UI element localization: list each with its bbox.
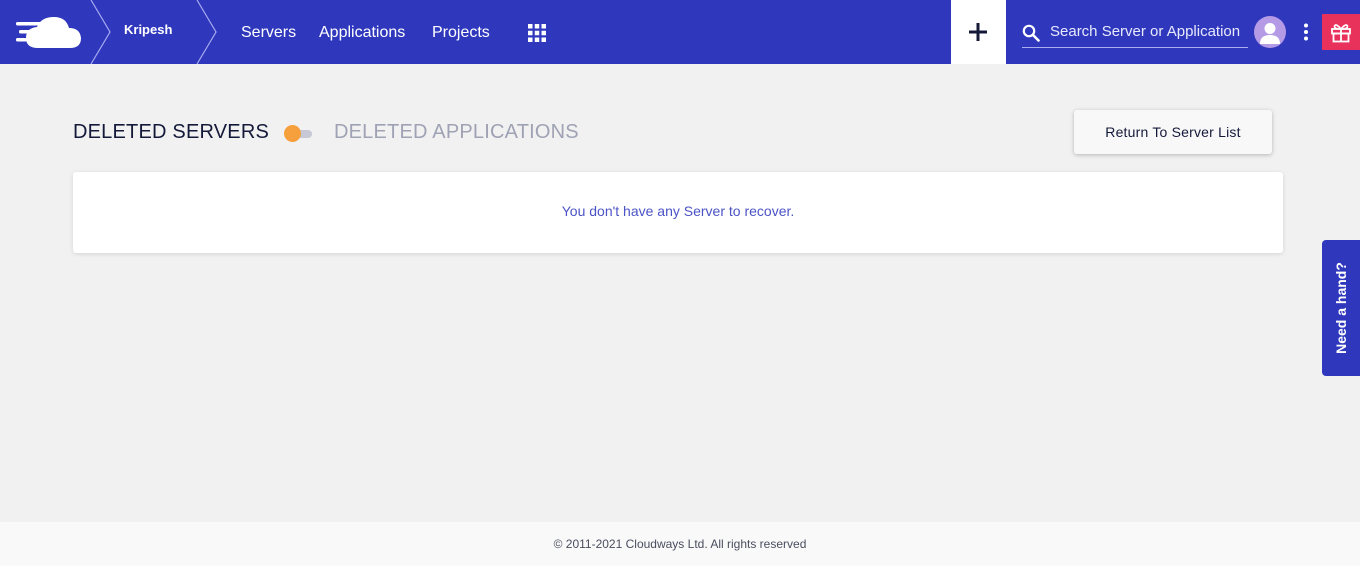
empty-state-card: You don't have any Server to recover. — [73, 172, 1283, 253]
return-to-server-list-button[interactable]: Return To Server List — [1074, 110, 1272, 154]
breadcrumb-separator-icon — [90, 0, 111, 64]
search-icon[interactable] — [1022, 24, 1040, 42]
nav-servers[interactable]: Servers — [241, 24, 296, 42]
need-a-hand-tab[interactable]: Need a hand? — [1322, 240, 1360, 376]
apps-grid-icon[interactable] — [528, 24, 546, 42]
need-a-hand-label: Need a hand? — [1333, 262, 1349, 354]
footer-copyright: © 2011-2021 Cloudways Ltd. All rights re… — [553, 537, 807, 551]
footer: © 2011-2021 Cloudways Ltd. All rights re… — [0, 522, 1360, 566]
search-box — [1022, 16, 1248, 48]
empty-state-message: You don't have any Server to recover. — [561, 203, 795, 219]
breadcrumb-user[interactable]: Kripesh — [124, 22, 172, 37]
add-new-button[interactable] — [951, 0, 1006, 64]
breadcrumb-separator-icon — [196, 0, 217, 64]
toggle-knob — [284, 125, 301, 142]
gift-icon — [1331, 24, 1351, 43]
tab-deleted-servers[interactable]: DELETED SERVERS — [73, 121, 269, 144]
nav-applications[interactable]: Applications — [319, 24, 405, 42]
tab-deleted-applications[interactable]: DELETED APPLICATIONS — [334, 121, 579, 144]
plus-icon — [969, 23, 987, 41]
user-avatar-icon[interactable] — [1254, 16, 1286, 48]
search-input[interactable] — [1050, 20, 1246, 42]
cloudways-logo-icon[interactable] — [16, 14, 84, 50]
servers-applications-toggle[interactable] — [284, 124, 314, 142]
more-vert-icon[interactable] — [1302, 23, 1310, 41]
nav-projects[interactable]: Projects — [432, 24, 490, 42]
top-navbar: Kripesh Servers Applications Projects — [0, 0, 1360, 64]
gift-button[interactable] — [1322, 14, 1360, 50]
